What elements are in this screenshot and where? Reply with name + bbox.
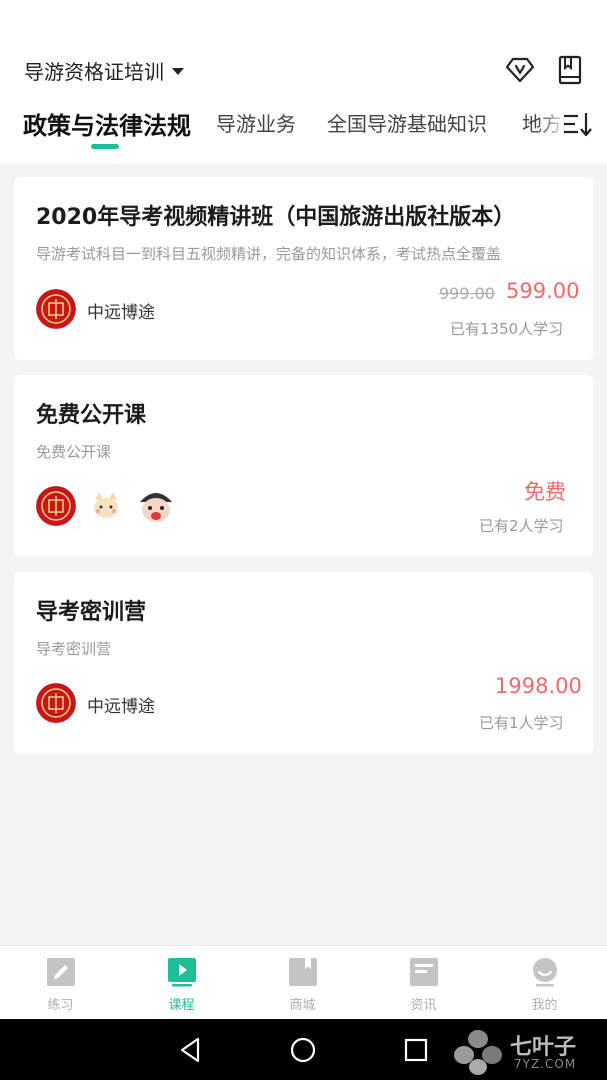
course-selector-dropdown[interactable]: 导游资格证培训 — [24, 54, 184, 86]
course-price: 1998.00 — [495, 674, 582, 698]
pencil-icon — [47, 958, 75, 986]
course-card[interactable]: 2020年导考视频精讲班（中国旅游出版社版本） 导游考试科目一到科目五视频精讲，… — [14, 177, 593, 360]
tab-tour-business[interactable]: 导游业务 — [216, 108, 296, 137]
course-description: 免费公开课 — [36, 443, 112, 461]
book-icon[interactable] — [553, 53, 587, 87]
back-icon[interactable] — [174, 1034, 206, 1066]
news-icon — [410, 958, 438, 986]
watermark: 七叶子 7YZ.COM — [452, 1027, 602, 1077]
recents-icon[interactable] — [400, 1034, 432, 1066]
bottom-navigation: 练习 课程 商城 资讯 我的 — [0, 945, 607, 1019]
tab-basic-knowledge[interactable]: 全国导游基础知识 — [327, 108, 487, 137]
nav-news[interactable]: 资讯 — [363, 946, 484, 1020]
home-icon[interactable] — [287, 1034, 319, 1066]
nav-label: 商城 — [289, 998, 316, 1013]
nav-label: 我的 — [531, 998, 558, 1013]
system-navigation-bar: 七叶子 7YZ.COM — [0, 1019, 607, 1080]
leaf-logo-icon — [454, 1030, 502, 1075]
original-price: 999.00 — [439, 284, 495, 303]
nav-label: 练习 — [47, 998, 74, 1013]
course-card[interactable]: 导考密训营 导考密训营 中远博途 1998.00 已有1人学习 — [14, 572, 593, 754]
learner-count: 已有1350人学习 — [450, 320, 564, 338]
course-price: 免费 — [524, 480, 566, 504]
top-bar: 导游资格证培训 政策与法律法规 导游业务 全国导游基础知识 地方 — [0, 0, 607, 163]
learner-count: 已有2人学习 — [479, 517, 564, 535]
learner-count: 已有1人学习 — [479, 714, 564, 732]
course-title: 导考密训营 — [36, 600, 147, 625]
active-tab-indicator — [91, 144, 119, 149]
avatar — [86, 486, 126, 526]
course-selector-label: 导游资格证培训 — [24, 59, 164, 84]
avatar — [36, 683, 76, 723]
teacher-name: 中远博途 — [87, 303, 155, 323]
nav-label: 资讯 — [410, 998, 437, 1013]
nav-courses[interactable]: 课程 — [121, 946, 242, 1020]
watermark-domain: 7YZ.COM — [514, 1057, 577, 1071]
course-title: 免费公开课 — [36, 403, 147, 428]
chevron-down-icon — [172, 67, 184, 75]
nav-label: 课程 — [168, 998, 195, 1013]
play-icon — [168, 958, 196, 987]
nav-practice[interactable]: 练习 — [0, 946, 121, 1020]
bookmark-icon — [289, 958, 317, 986]
teacher-name: 中远博途 — [87, 697, 155, 717]
course-card[interactable]: 免费公开课 免费公开课 免费 已有2人学习 — [14, 375, 593, 557]
course-title: 2020年导考视频精讲班（中国旅游出版社版本） — [36, 205, 516, 230]
profile-icon — [533, 958, 557, 987]
course-price: 599.00 — [506, 279, 580, 303]
sort-icon[interactable] — [561, 108, 595, 142]
tab-policy-law[interactable]: 政策与法律法规 — [23, 106, 191, 141]
category-tabs: 政策与法律法规 导游业务 全国导游基础知识 地方 — [0, 100, 607, 156]
vip-icon[interactable] — [503, 53, 537, 87]
avatar — [36, 486, 76, 526]
course-description: 导考密训营 — [36, 640, 112, 658]
nav-shop[interactable]: 商城 — [242, 946, 363, 1020]
course-description: 导游考试科目一到科目五视频精讲，完备的知识体系，考试热点全覆盖 — [36, 245, 502, 263]
avatar — [136, 486, 176, 526]
avatar — [36, 289, 76, 329]
nav-profile[interactable]: 我的 — [484, 946, 605, 1020]
